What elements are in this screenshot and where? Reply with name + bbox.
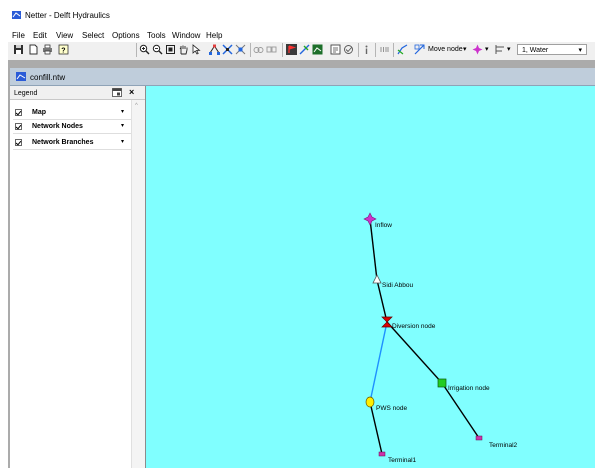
layer-map-expand-icon[interactable]: ▾ bbox=[121, 108, 124, 117]
toolbar-separator bbox=[282, 43, 283, 57]
pws-node-icon[interactable] bbox=[365, 396, 375, 408]
toolbar-separator bbox=[375, 43, 376, 57]
toolbar-separator bbox=[358, 43, 359, 57]
node-label-sidi-abbou: Sidi Abbou bbox=[382, 282, 414, 289]
new-document-icon[interactable] bbox=[28, 44, 39, 55]
toolbar-separator bbox=[136, 43, 137, 57]
menu-edit[interactable]: Edit bbox=[33, 31, 47, 41]
irrigation-node-icon[interactable] bbox=[437, 378, 447, 388]
menu-select[interactable]: Select bbox=[82, 31, 104, 41]
toolbar-separator bbox=[250, 43, 251, 57]
move-node-icon[interactable] bbox=[414, 44, 425, 55]
zoom-in-icon[interactable] bbox=[139, 44, 150, 55]
pan-hand-icon[interactable] bbox=[178, 44, 189, 55]
layer-network-branches-label: Network Branches bbox=[32, 139, 94, 146]
legend-title: Legend bbox=[14, 90, 38, 97]
info-icon[interactable] bbox=[361, 44, 372, 55]
document-icon bbox=[16, 72, 26, 81]
node-type-icon[interactable] bbox=[472, 44, 483, 55]
document-title: confill.ntw bbox=[30, 73, 66, 82]
legend-layer-list bbox=[12, 100, 131, 468]
save-icon[interactable] bbox=[13, 44, 24, 55]
network-diagram bbox=[363, 212, 483, 457]
move-node-dropdown-arrow-icon[interactable]: ▾ bbox=[463, 45, 467, 54]
node-label-irrigation: Irrigation node bbox=[448, 385, 490, 392]
diversion-node-icon[interactable] bbox=[381, 316, 393, 328]
select-branches-icon[interactable] bbox=[222, 44, 233, 55]
branch-diversion-pws[interactable] bbox=[369, 321, 388, 403]
node-label-pws: PWS node bbox=[376, 405, 408, 412]
water-combo[interactable]: 1, Water ▾ bbox=[517, 44, 587, 55]
layer-style-icon[interactable] bbox=[343, 44, 354, 55]
branch-type-icon[interactable] bbox=[494, 44, 505, 55]
app-window: Netter - Delft Hydraulics File Edit View… bbox=[0, 0, 595, 468]
layer-network-nodes-expand-icon[interactable]: ▾ bbox=[121, 122, 124, 131]
node-label-diversion: Diversion node bbox=[392, 323, 436, 330]
scroll-up-arrow-icon[interactable]: ^ bbox=[135, 103, 138, 110]
water-combo-value: 1, Water bbox=[522, 47, 549, 54]
menu-file[interactable]: File bbox=[12, 31, 25, 41]
layer-network-nodes-checkbox[interactable] bbox=[15, 123, 22, 130]
node-label-terminal2: Terminal2 bbox=[489, 442, 518, 449]
layer-network-branches-expand-icon[interactable]: ▾ bbox=[121, 138, 124, 147]
help-icon[interactable]: ? bbox=[58, 44, 69, 55]
menu-window[interactable]: Window bbox=[172, 31, 200, 41]
zoom-out-icon[interactable] bbox=[152, 44, 163, 55]
add-node-icon[interactable] bbox=[286, 44, 297, 55]
terminal2-node-icon[interactable] bbox=[475, 435, 483, 441]
branch-diversion-irrigation[interactable] bbox=[386, 321, 443, 384]
add-branch-icon[interactable] bbox=[299, 44, 310, 55]
document-title-bar bbox=[10, 68, 595, 86]
connect-icon[interactable] bbox=[397, 44, 408, 55]
zoom-extent-icon[interactable] bbox=[165, 44, 176, 55]
layer-map-label: Map bbox=[32, 109, 46, 116]
netter-app-icon bbox=[12, 11, 21, 19]
menu-view[interactable]: View bbox=[56, 31, 73, 41]
svg-text:?: ? bbox=[61, 48, 65, 55]
select-arrow-icon[interactable] bbox=[191, 44, 202, 55]
ungroup-icon[interactable] bbox=[266, 44, 277, 55]
layer-network-nodes-label: Network Nodes bbox=[32, 123, 83, 130]
menu-help[interactable]: Help bbox=[206, 31, 222, 41]
measure-icon[interactable] bbox=[379, 44, 390, 55]
node-label-inflow: Inflow bbox=[375, 222, 392, 229]
menu-tools[interactable]: Tools bbox=[147, 31, 166, 41]
legend-scrollbar[interactable] bbox=[131, 100, 145, 468]
node-label-terminal1: Terminal1 bbox=[388, 457, 417, 464]
move-node-label[interactable]: Move node bbox=[428, 45, 463, 54]
window-title: Netter - Delft Hydraulics bbox=[25, 11, 110, 20]
layer-network-branches-checkbox[interactable] bbox=[15, 139, 22, 146]
legend-layer-map[interactable] bbox=[13, 106, 131, 120]
reservoir-node-icon[interactable] bbox=[372, 274, 382, 284]
branch-type-dropdown-arrow-icon[interactable]: ▾ bbox=[507, 45, 511, 54]
legend-close-icon[interactable]: × bbox=[129, 87, 134, 97]
select-area-icon[interactable] bbox=[235, 44, 246, 55]
properties-icon[interactable] bbox=[330, 44, 341, 55]
select-nodes-icon[interactable] bbox=[209, 44, 220, 55]
node-type-dropdown-arrow-icon[interactable]: ▾ bbox=[485, 45, 489, 54]
legend-dock-icon[interactable] bbox=[112, 88, 122, 97]
group-icon[interactable] bbox=[253, 44, 264, 55]
layer-map-checkbox[interactable] bbox=[15, 109, 22, 116]
print-icon[interactable] bbox=[42, 44, 53, 55]
menu-options[interactable]: Options bbox=[112, 31, 140, 41]
terminal1-node-icon[interactable] bbox=[378, 451, 386, 457]
combo-arrow-icon: ▾ bbox=[578, 47, 582, 54]
edit-map-icon[interactable] bbox=[312, 44, 323, 55]
toolbar-separator bbox=[393, 43, 394, 57]
